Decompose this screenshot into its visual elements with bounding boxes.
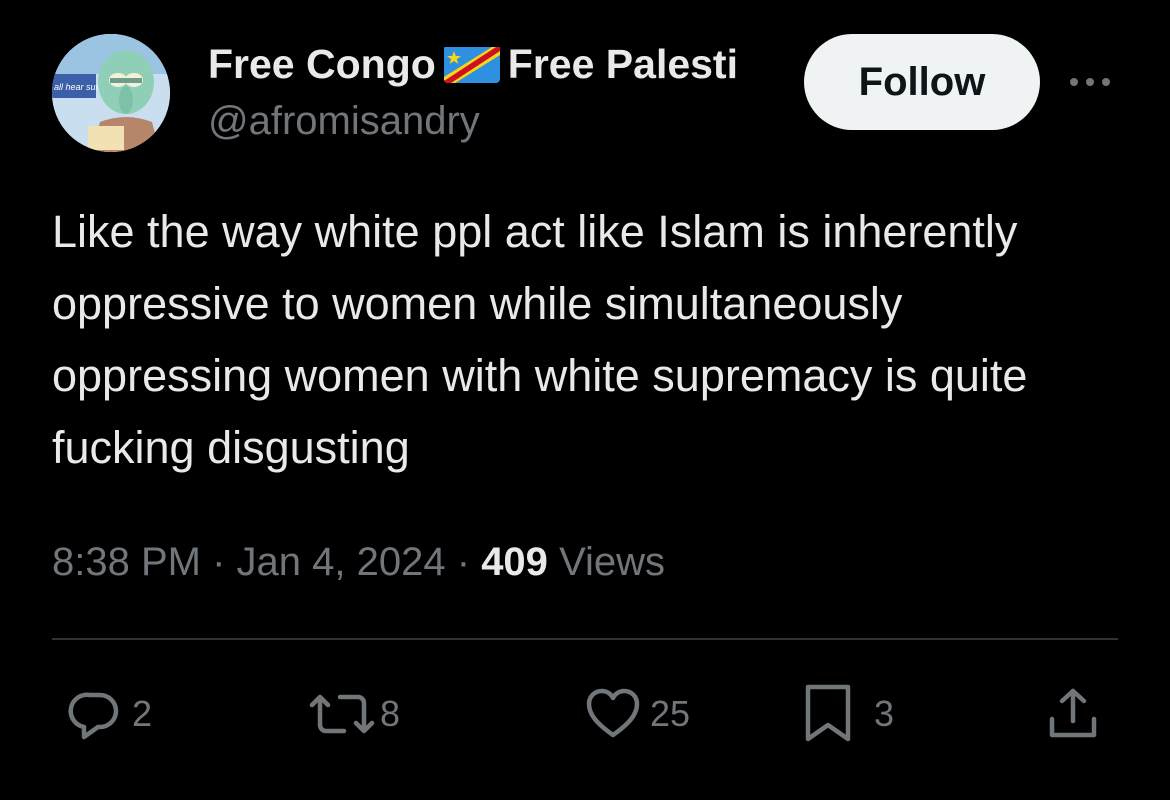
- views-count: 409: [481, 540, 548, 584]
- views-label: Views: [559, 540, 666, 584]
- tweet-date[interactable]: Jan 4, 2024: [237, 540, 446, 584]
- avatar[interactable]: all hear sumn?..: [52, 34, 170, 152]
- share-icon: [1044, 685, 1102, 743]
- tweet-meta: 8:38 PM · Jan 4, 2024 · 409 Views: [52, 530, 665, 594]
- meta-separator: ·: [212, 540, 226, 584]
- bookmark-count: 3: [874, 693, 895, 734]
- author-handle[interactable]: @afromisandry: [208, 96, 480, 146]
- avatar-image: all hear sumn?..: [52, 34, 170, 152]
- flag-drc-icon: [443, 45, 500, 84]
- display-name-part1: Free Congo: [208, 41, 436, 87]
- share-button[interactable]: [1044, 684, 1102, 744]
- divider: [52, 638, 1118, 640]
- retweet-count: 8: [380, 693, 401, 734]
- like-count: 25: [650, 693, 691, 734]
- meta-separator: ·: [456, 540, 471, 584]
- follow-button[interactable]: Follow: [804, 34, 1040, 130]
- retweet-icon: [306, 685, 378, 743]
- bookmark-button[interactable]: 3: [802, 684, 894, 744]
- heart-icon: [584, 685, 642, 743]
- display-name[interactable]: Free Congo Free Palesti: [208, 38, 798, 90]
- tweet-text: Like the way white ppl act like Islam is…: [52, 206, 1028, 473]
- like-button[interactable]: 25: [584, 684, 690, 744]
- retweet-button[interactable]: 8: [306, 684, 400, 744]
- reply-count: 2: [132, 693, 153, 734]
- more-horizontal-icon[interactable]: [1066, 62, 1114, 102]
- reply-button[interactable]: 2: [66, 684, 152, 744]
- reply-icon: [66, 685, 124, 743]
- tweet-time[interactable]: 8:38 PM: [52, 540, 201, 584]
- bookmark-icon: [802, 683, 854, 745]
- author-info[interactable]: Free Congo Free Palesti @afromisandry: [208, 38, 798, 143]
- display-name-part2: Free Palesti: [507, 41, 738, 87]
